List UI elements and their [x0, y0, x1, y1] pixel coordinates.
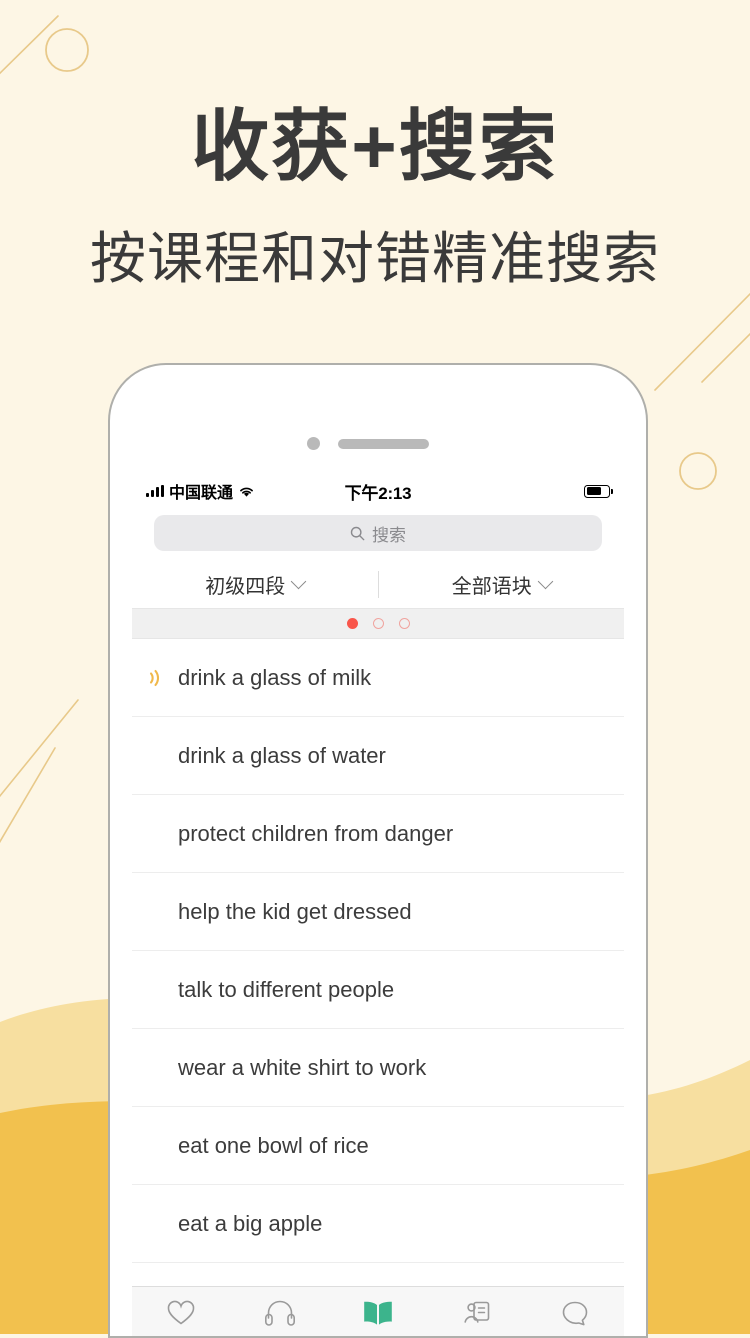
list-item[interactable]: talk to different people: [132, 951, 624, 1029]
power-button[interactable]: [646, 515, 648, 587]
pager-dot-2[interactable]: [372, 618, 384, 629]
chevron-down-icon: [290, 573, 307, 590]
list-item[interactable]: protect children from danger: [132, 795, 624, 873]
wifi-icon: [240, 487, 253, 497]
list-item[interactable]: help the kid get dressed: [132, 873, 624, 951]
tab-listening[interactable]: [230, 1299, 328, 1327]
front-camera-icon: [307, 437, 320, 450]
pager-dot-1[interactable]: [346, 618, 358, 629]
list-item[interactable]: drink a glass of milk: [132, 639, 624, 717]
book-icon: [364, 1301, 392, 1325]
search-input[interactable]: 搜索: [154, 515, 602, 551]
status-bar: 中国联通 下午2:13: [132, 473, 624, 509]
phone-screen: 中国联通 下午2:13 搜索 初级四段 全部语块 drink a glass o…: [132, 473, 624, 1336]
audio-slot[interactable]: [148, 668, 178, 688]
tab-messages[interactable]: [526, 1299, 624, 1327]
volume-up-button[interactable]: [108, 505, 110, 557]
list-item[interactable]: drink a glass of water: [132, 717, 624, 795]
filter-level-dropdown[interactable]: 初级四段: [132, 561, 378, 608]
heart-icon: [167, 1300, 195, 1324]
signal-bars-icon: [146, 485, 164, 497]
pager-dots[interactable]: [132, 609, 624, 639]
list-item-label: eat a big apple: [178, 1210, 323, 1236]
pager-dot-3[interactable]: [398, 618, 410, 629]
tab-favorites[interactable]: [132, 1299, 230, 1327]
tab-profile[interactable]: [427, 1299, 525, 1327]
page-title: 收获+搜索: [191, 102, 559, 190]
chevron-down-icon: [537, 573, 554, 590]
tab-book[interactable]: [329, 1299, 427, 1327]
list-item-label: drink a glass of water: [178, 742, 386, 768]
sound-wave-icon[interactable]: [148, 668, 162, 688]
list-item-label: drink a glass of milk: [178, 664, 372, 690]
list-item[interactable]: eat one bowl of rice: [132, 1107, 624, 1185]
phone-mockup: 中国联通 下午2:13 搜索 初级四段 全部语块 drink a glass o…: [108, 363, 648, 1338]
phone-earpiece-area: [110, 365, 646, 473]
list-item[interactable]: wear a white shirt to work: [132, 1029, 624, 1107]
filter-bar: 初级四段 全部语块: [132, 561, 624, 609]
status-bar-clock: 下午2:13: [344, 483, 412, 503]
filter-level-label: 初级四段: [205, 576, 286, 598]
volume-down-button[interactable]: [108, 573, 110, 625]
speaker-grille-icon: [338, 439, 429, 449]
profile-card-icon: [464, 1301, 490, 1323]
search-icon: [350, 526, 365, 540]
page-subtitle: 按课程和对错精准搜索: [90, 227, 660, 290]
carrier-label: 中国联通: [169, 485, 234, 502]
status-bar-left: 中国联通: [146, 479, 345, 503]
list-item[interactable]: eat a big apple: [132, 1185, 624, 1263]
list-item-label: eat one bowl of rice: [178, 1132, 369, 1158]
speech-bubble-icon: [562, 1301, 588, 1325]
headphones-icon: [264, 1300, 295, 1326]
search-placeholder-label: 搜索: [372, 525, 406, 545]
list-item-label: wear a white shirt to work: [178, 1054, 427, 1080]
battery-icon: [584, 484, 614, 498]
tab-bar: [132, 1286, 624, 1336]
phrase-list[interactable]: drink a glass of milk drink a glass of w…: [132, 639, 624, 1286]
list-item-label: help the kid get dressed: [178, 898, 412, 924]
filter-chunk-dropdown[interactable]: 全部语块: [379, 561, 625, 608]
list-item-label: protect children from danger: [178, 820, 454, 846]
filter-chunk-label: 全部语块: [451, 576, 532, 598]
list-item-label: talk to different people: [178, 976, 395, 1002]
search-row: 搜索: [132, 509, 624, 561]
status-bar-right: [411, 484, 614, 498]
